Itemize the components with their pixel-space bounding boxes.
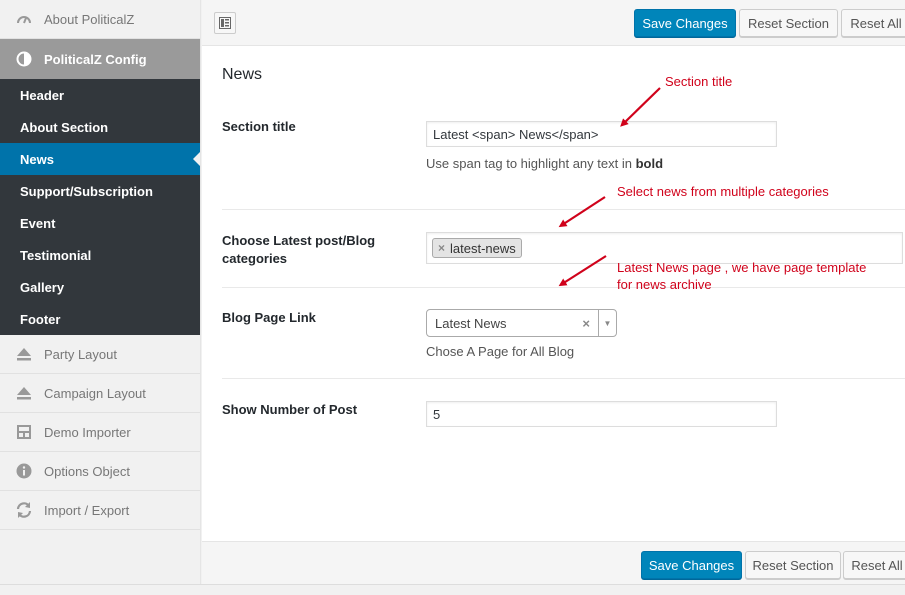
sidebar-item-campaign-layout[interactable]: Campaign Layout (0, 374, 200, 413)
sidebar-item-label: Import / Export (44, 502, 130, 518)
tag-label: latest-news (450, 240, 516, 256)
save-changes-button[interactable]: Save Changes (634, 9, 736, 37)
annotation-line: Latest News page , we have page template (617, 260, 867, 275)
sidebar-item-label: Demo Importer (44, 424, 131, 440)
submenu-item-testimonial[interactable]: Testimonial (0, 239, 200, 271)
submenu-item-footer[interactable]: Footer (0, 303, 200, 335)
sidebar-item-label: About PoliticalZ (44, 11, 135, 27)
reset-all-button-bottom[interactable]: Reset All (843, 551, 905, 579)
layout-toggle-icon (219, 17, 231, 29)
tag-remove-icon[interactable]: × (438, 241, 445, 255)
reset-all-button[interactable]: Reset All (841, 9, 905, 37)
info-icon (14, 461, 34, 481)
sidebar-item-label: Campaign Layout (44, 385, 146, 401)
dropdown-arrow-icon[interactable]: ▼ (598, 310, 616, 336)
field-label: Show Number of Post (222, 402, 358, 417)
annotation-section-title: Section title (665, 74, 733, 89)
submenu-item-news[interactable]: News (0, 143, 200, 175)
sidebar-item-options-object[interactable]: Options Object (0, 452, 200, 491)
top-toolbar: Save Changes Reset Section Reset All (202, 0, 905, 46)
reset-section-button-bottom[interactable]: Reset Section (745, 551, 841, 579)
layout-icon (14, 422, 34, 442)
submenu-item-header[interactable]: Header (0, 79, 200, 111)
refresh-icon (14, 500, 34, 520)
bottom-strip (0, 584, 905, 595)
sidebar: About PoliticalZ PoliticalZ Config Heade… (0, 0, 201, 584)
field-label: Section title (222, 119, 296, 134)
field-label: Choose Latest post/Blog categories (222, 233, 376, 266)
section-heading: News (222, 66, 263, 83)
field-row-num-posts: Show Number of Post 5 (222, 379, 905, 449)
field-label: Blog Page Link (222, 310, 316, 325)
reset-section-button[interactable]: Reset Section (739, 9, 838, 37)
submenu-item-support[interactable]: Support/Subscription (0, 175, 200, 207)
sidebar-item-config[interactable]: PoliticalZ Config (0, 39, 200, 79)
submenu-item-about-section[interactable]: About Section (0, 111, 200, 143)
sidebar-item-import-export[interactable]: Import / Export (0, 491, 200, 530)
field-description: Chose A Page for All Blog (426, 344, 575, 359)
section-content: News Section title Latest <span> News</s… (222, 46, 905, 449)
submenu-item-gallery[interactable]: Gallery (0, 271, 200, 303)
field-description: Use span tag to highlight any text in bo… (426, 156, 663, 171)
field-row-blog-link: Blog Page Link Latest News × ▼ Chose A P… (222, 288, 905, 379)
sidebar-item-label: PoliticalZ Config (44, 51, 147, 67)
sidebar-item-about[interactable]: About PoliticalZ (0, 0, 200, 39)
sidebar-item-label: Party Layout (44, 346, 117, 362)
annotation-categories: Select news from multiple categories (617, 184, 829, 199)
submenu-item-event[interactable]: Event (0, 207, 200, 239)
annotation-line: for news archive (617, 277, 712, 292)
section-title-input[interactable]: Latest <span> News</span> (426, 121, 777, 147)
half-circle-icon (14, 49, 34, 69)
sidebar-item-party-layout[interactable]: Party Layout (0, 335, 200, 374)
expand-layout-button[interactable] (214, 12, 236, 34)
sidebar-item-demo-importer[interactable]: Demo Importer (0, 413, 200, 452)
description-text: Use span tag to highlight any text in (426, 156, 636, 171)
config-submenu: Header About Section News Support/Subscr… (0, 79, 200, 335)
sidebar-item-label: Options Object (44, 463, 130, 479)
category-tag: × latest-news (432, 238, 522, 258)
blog-page-select[interactable]: Latest News × ▼ (426, 309, 617, 337)
select-value: Latest News (435, 315, 507, 331)
eject-icon (14, 344, 34, 364)
bottom-toolbar: Save Changes Reset Section Reset All (202, 541, 905, 584)
dashboard-icon (14, 9, 34, 29)
eject-icon (14, 383, 34, 403)
num-posts-input[interactable]: 5 (426, 401, 777, 427)
clear-icon[interactable]: × (582, 316, 590, 331)
save-changes-button-bottom[interactable]: Save Changes (641, 551, 742, 579)
description-bold: bold (635, 156, 664, 171)
annotation-blog-link: Latest News page , we have page template… (617, 259, 866, 293)
